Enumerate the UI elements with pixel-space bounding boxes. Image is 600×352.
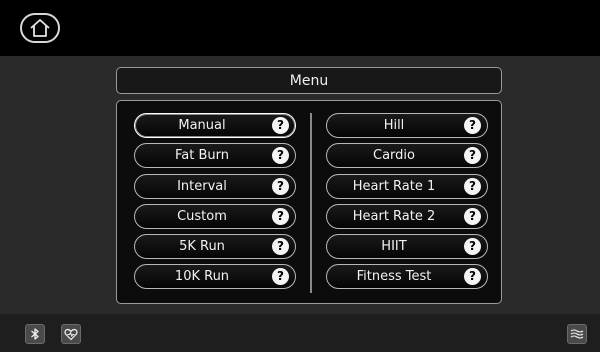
program-label: Heart Rate 1 <box>352 178 436 194</box>
help-icon[interactable]: ? <box>272 238 289 256</box>
program-label: HIIT <box>381 239 407 255</box>
program-label: 5K Run <box>179 239 225 255</box>
program-button-10k-run[interactable]: 10K Run ? <box>134 264 296 290</box>
bottom-bar <box>0 314 600 352</box>
program-label: Fitness Test <box>356 269 432 285</box>
program-label: Hill <box>383 118 405 133</box>
help-icon[interactable]: ? <box>464 238 481 256</box>
help-icon[interactable]: ? <box>272 268 289 286</box>
program-button-interval[interactable]: Interval ? <box>134 173 296 199</box>
help-icon[interactable]: ? <box>272 177 289 195</box>
heart-icon <box>64 328 78 340</box>
program-label: Cardio <box>373 148 415 164</box>
help-icon[interactable]: ? <box>272 117 289 134</box>
program-label: Manual <box>178 118 226 133</box>
program-button-fat-burn[interactable]: Fat Burn ? <box>134 143 296 169</box>
help-icon[interactable]: ? <box>272 147 289 165</box>
top-bar <box>0 0 600 56</box>
left-program-column: Manual ? Fat Burn ? Interval ? Custom ? … <box>134 113 296 295</box>
help-icon[interactable]: ? <box>464 177 481 195</box>
program-button-fitness-test[interactable]: Fitness Test ? <box>326 264 488 290</box>
console-screen: Menu Manual ? Fat Burn ? Interval ? Cust… <box>0 0 600 352</box>
program-label: Fat Burn <box>175 148 229 164</box>
help-icon[interactable]: ? <box>464 117 481 134</box>
program-button-heart-rate-1[interactable]: Heart Rate 1 ? <box>326 173 488 199</box>
program-button-5k-run[interactable]: 5K Run ? <box>134 234 296 260</box>
program-button-manual[interactable]: Manual ? <box>134 113 296 138</box>
home-button[interactable] <box>20 13 60 43</box>
wave-icon <box>570 329 584 339</box>
program-button-heart-rate-2[interactable]: Heart Rate 2 ? <box>326 203 488 229</box>
program-button-cardio[interactable]: Cardio ? <box>326 143 488 169</box>
program-label: Custom <box>177 208 227 224</box>
bluetooth-icon <box>31 328 39 340</box>
program-label: Interval <box>177 178 227 194</box>
program-label: Heart Rate 2 <box>352 208 436 224</box>
column-divider <box>310 113 312 293</box>
help-icon[interactable]: ? <box>464 268 481 286</box>
menu-title: Menu <box>116 67 502 94</box>
program-menu-panel: Manual ? Fat Burn ? Interval ? Custom ? … <box>116 100 502 304</box>
bluetooth-button[interactable] <box>25 324 45 344</box>
program-label: 10K Run <box>174 269 230 285</box>
help-icon[interactable]: ? <box>272 207 289 225</box>
program-button-hiit[interactable]: HIIT ? <box>326 234 488 260</box>
right-program-column: Hill ? Cardio ? Heart Rate 1 ? Heart Rat… <box>326 113 488 295</box>
home-icon <box>30 19 50 37</box>
program-button-hill[interactable]: Hill ? <box>326 113 488 138</box>
help-icon[interactable]: ? <box>464 147 481 165</box>
program-button-custom[interactable]: Custom ? <box>134 203 296 229</box>
help-icon[interactable]: ? <box>464 207 481 225</box>
fan-button[interactable] <box>567 324 587 344</box>
heart-rate-button[interactable] <box>61 324 81 344</box>
